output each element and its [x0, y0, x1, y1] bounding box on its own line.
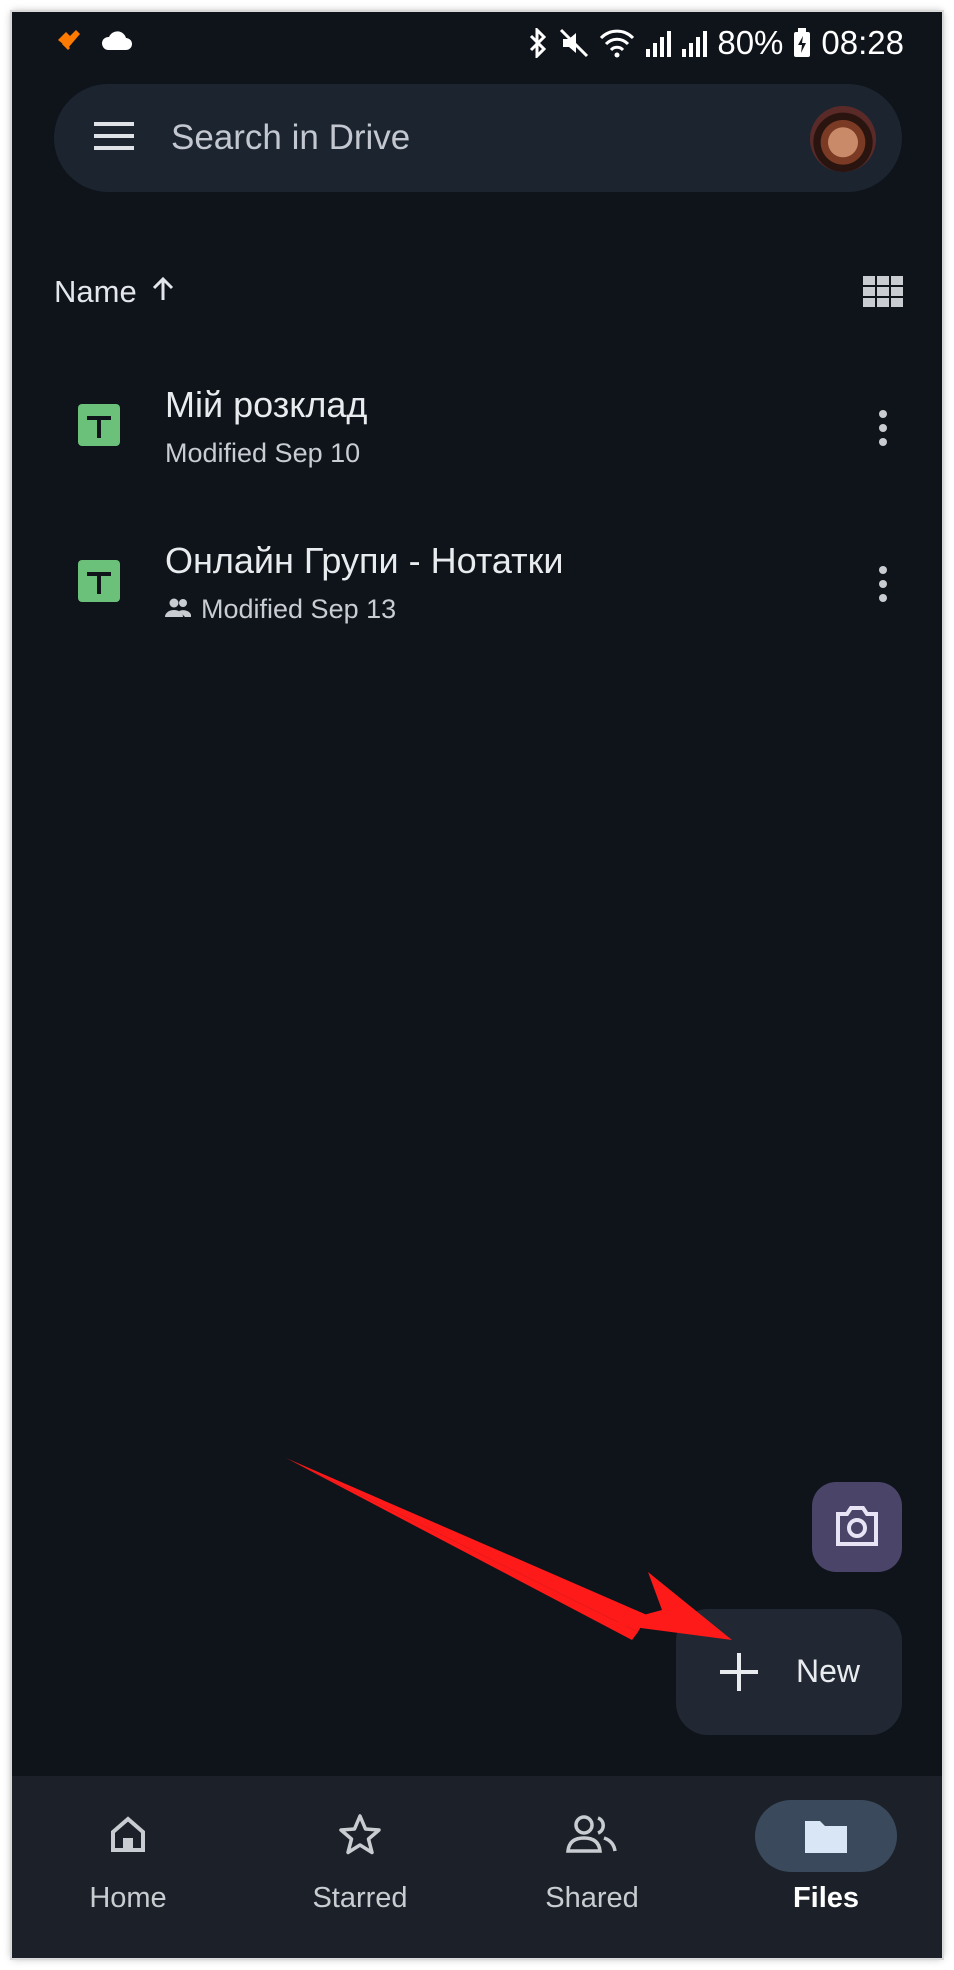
folder-icon: [755, 1800, 897, 1872]
search-bar[interactable]: Search in Drive: [54, 84, 902, 192]
nav-files[interactable]: Files: [710, 1776, 942, 1958]
sort-button[interactable]: Name: [54, 274, 175, 310]
wifi-icon: [599, 28, 635, 58]
nav-starred[interactable]: Starred: [244, 1776, 476, 1958]
nav-shared[interactable]: Shared: [476, 1776, 708, 1958]
more-options-icon[interactable]: [868, 562, 898, 606]
battery-charging-icon: [793, 28, 811, 58]
signal-icon: [645, 29, 672, 57]
sheets-icon: [78, 404, 120, 451]
search-input[interactable]: Search in Drive: [171, 118, 410, 158]
menu-icon[interactable]: [94, 121, 134, 156]
home-icon: [78, 1802, 178, 1866]
sort-label: Name: [54, 274, 137, 309]
bottom-navigation: Home Starred Shared Files: [12, 1776, 942, 1958]
avatar[interactable]: [810, 106, 876, 172]
nav-home[interactable]: Home: [12, 1776, 244, 1958]
grid-view-icon[interactable]: [863, 276, 903, 313]
camera-icon: [834, 1506, 880, 1551]
bluetooth-icon: [527, 28, 549, 58]
file-modified: Modified Sep 10: [165, 438, 361, 468]
mute-icon: [559, 28, 589, 58]
battery-percent: 80%: [717, 24, 784, 61]
file-row[interactable]: Онлайн Групи - Нотатки Modified Sep 13: [12, 526, 942, 666]
file-title: Онлайн Групи - Нотатки: [165, 540, 564, 581]
plus-icon: [720, 1653, 758, 1699]
more-options-icon[interactable]: [868, 406, 898, 450]
new-button[interactable]: New: [676, 1609, 902, 1735]
star-icon: [310, 1802, 410, 1866]
signal-icon: [681, 29, 708, 57]
shared-people-icon: [165, 594, 192, 625]
nav-label: Shared: [545, 1882, 639, 1914]
new-button-label: New: [796, 1653, 861, 1689]
nav-label: Files: [792, 1882, 860, 1914]
sheets-icon: [78, 560, 120, 607]
heart-rate-app-icon: [56, 30, 82, 57]
file-row[interactable]: Мій розклад Modified Sep 10: [12, 370, 942, 510]
nav-label: Starred: [312, 1882, 408, 1914]
phone-screen: 80% 08:28 Search in Drive Name Мій розкл…: [12, 12, 942, 1958]
nav-label: Home: [89, 1882, 167, 1914]
clock: 08:28: [821, 24, 904, 61]
arrow-up-icon: [151, 274, 175, 310]
file-title: Мій розклад: [165, 384, 368, 425]
file-modified: Modified Sep 13: [201, 594, 397, 624]
status-bar: 80% 08:28: [12, 12, 942, 74]
people-icon: [542, 1802, 642, 1866]
scan-camera-button[interactable]: [812, 1482, 902, 1572]
cloud-icon: [100, 30, 132, 57]
